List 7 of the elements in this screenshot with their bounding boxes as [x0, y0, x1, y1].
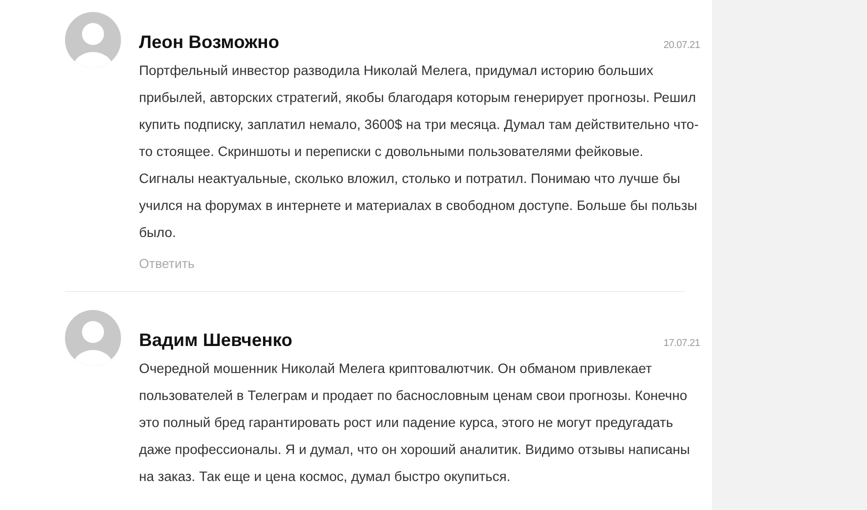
comment-date: 17.07.21	[663, 338, 700, 349]
comment-text: Очередной мошенник Николай Мелега криптовалютчик. Он обманом привлекает пользователей в Телеграм и продает по баснословным ценам свои прогнозы. Конечно это полный бред гарантировать рост или падение курса, этого не могут предугадать даже профессионалы. Я и думал, что он хороший аналитик. Видимо отзывы написаны на заказ. Так еще и цена космос, думал быстро окупиться.	[139, 360, 691, 486]
comment-date: 20.07.21	[663, 40, 700, 51]
reply-link[interactable]: Ответить	[139, 256, 195, 271]
comment-text: Портфельный инвестор разводила Николай Мелега, придумал историю больших прибылей, авторских стратегий, якобы благодаря которым генерирует прогнозы. Решил купить подписку, заплатил немало, 3600$ на три месяца. Думал там действительно что-то стоящее. Скриншоты и переписки с довольными пользователями фейковые. Сигналы неактуальные, сколько вложил, столько и потратил. Понимаю что лучше бы учился на форумах в интернете и материалах в свободном доступе. Больше бы пользы было.	[139, 62, 699, 242]
author-name: Вадим Шевченко	[139, 330, 292, 351]
author-name: Леон Возможно	[139, 32, 280, 53]
